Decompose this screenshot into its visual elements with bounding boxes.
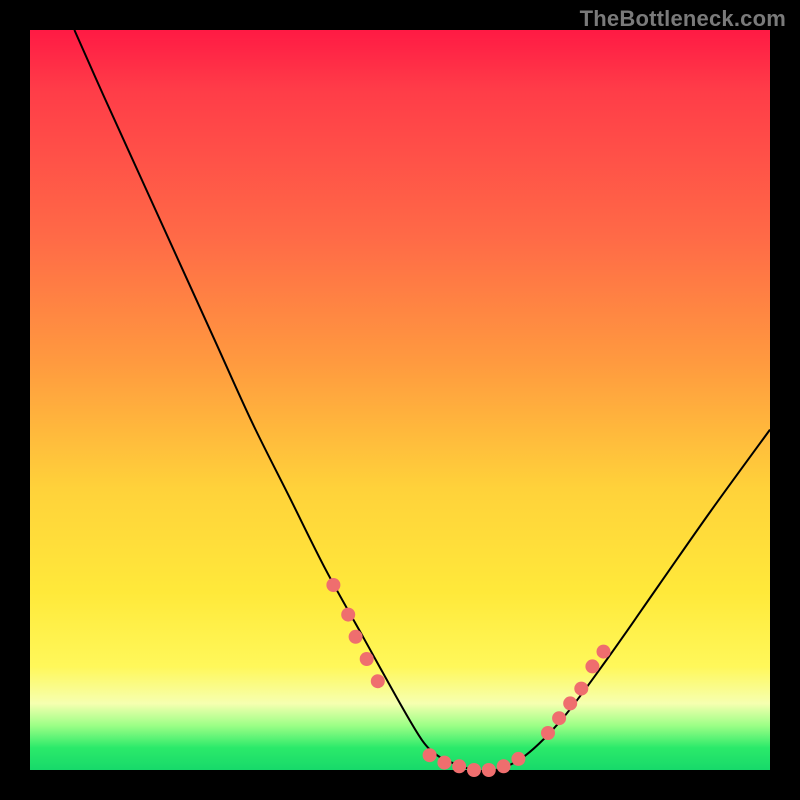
chart-frame: TheBottleneck.com [0,0,800,800]
curve-marker [541,726,555,740]
curve-marker [452,759,466,773]
plot-area [30,30,770,770]
curve-marker [437,756,451,770]
curve-marker [563,696,577,710]
curve-marker [585,659,599,673]
curve-marker [597,645,611,659]
curve-marker [552,711,566,725]
curve-marker [371,674,385,688]
bottleneck-curve [74,30,770,771]
curve-marker [360,652,374,666]
curve-marker [349,630,363,644]
curve-marker [423,748,437,762]
bottleneck-curve-svg [30,30,770,770]
curve-marker [482,763,496,777]
curve-marker [497,759,511,773]
curve-marker [467,763,481,777]
watermark-text: TheBottleneck.com [580,6,786,32]
curve-marker [326,578,340,592]
curve-marker [574,682,588,696]
curve-marker [511,752,525,766]
curve-markers [326,578,610,777]
curve-marker [341,608,355,622]
